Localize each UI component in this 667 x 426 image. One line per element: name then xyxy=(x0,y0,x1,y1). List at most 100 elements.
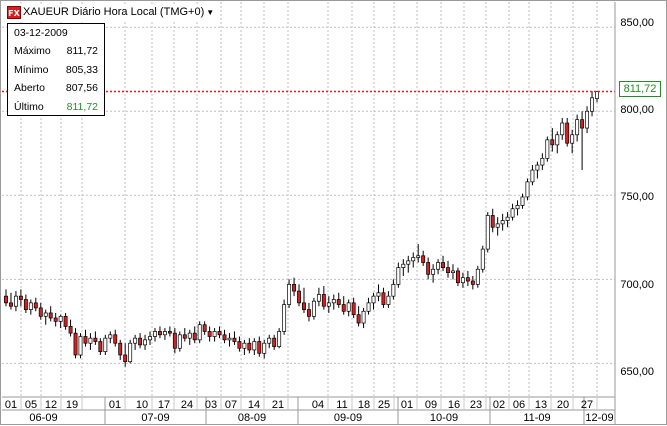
candle-body-up xyxy=(505,216,510,221)
candle xyxy=(78,333,83,359)
candle-body-up xyxy=(346,302,351,312)
candle-body-up xyxy=(43,312,48,317)
info-row-high: Máximo 811,72 xyxy=(14,45,98,57)
day-label: 05 xyxy=(24,399,38,411)
day-label: 18 xyxy=(357,399,371,411)
candle-body-up xyxy=(331,299,336,304)
candle-body-up xyxy=(88,337,93,344)
info-row-last: Último 811,72 xyxy=(14,101,98,113)
candle-body-down xyxy=(292,284,297,292)
candle-body-up xyxy=(282,304,287,332)
last-price-tag: 811,72 xyxy=(619,81,661,97)
candle-body-up xyxy=(560,122,565,136)
candle-body-up xyxy=(13,295,18,307)
candle-body-down xyxy=(33,302,38,309)
candle-body-up xyxy=(242,342,247,349)
candle-body-up xyxy=(212,331,217,337)
candle-body-up xyxy=(311,300,316,317)
candle-body-up xyxy=(361,310,366,324)
candle-body-down xyxy=(341,304,346,312)
candle-body-up xyxy=(460,277,465,284)
candle-body-up xyxy=(177,334,182,349)
candle-body-up xyxy=(495,223,500,228)
candle-body-up xyxy=(133,337,138,344)
chevron-down-icon[interactable]: ▼ xyxy=(206,8,214,17)
candle-body-down xyxy=(182,334,187,339)
candle-body-down xyxy=(297,290,301,304)
candle-body-up xyxy=(58,315,63,322)
candle-body-down xyxy=(446,267,450,273)
candle-body-up xyxy=(406,260,411,265)
day-label: 01 xyxy=(4,399,18,411)
candle-body-down xyxy=(158,331,162,336)
candle-body-down xyxy=(465,277,470,282)
price-label: 850,00 xyxy=(620,17,654,29)
candle xyxy=(177,331,182,352)
candle-body-down xyxy=(232,337,237,342)
day-label: 09 xyxy=(424,399,438,411)
candle xyxy=(545,136,550,162)
candle-body-down xyxy=(272,337,277,347)
candle-body-up xyxy=(128,342,133,363)
price-label: 800,00 xyxy=(620,104,654,116)
candle-body-up xyxy=(316,294,321,302)
day-label: 14 xyxy=(247,399,261,411)
candle-body-down xyxy=(18,295,23,300)
candle-body-up xyxy=(103,337,108,352)
candle-body-up xyxy=(431,268,436,275)
candle-body-up xyxy=(436,262,441,270)
day-label: 19 xyxy=(65,399,79,411)
candle-body-up xyxy=(570,134,575,144)
day-label: 11 xyxy=(336,399,348,411)
candle-body-up xyxy=(396,267,401,285)
day-label: 20 xyxy=(556,399,570,411)
info-row-low: Mínimo 805,33 xyxy=(14,64,98,76)
day-label: 07 xyxy=(224,399,238,411)
candle-body-up xyxy=(252,341,257,351)
day-label: 02 xyxy=(492,399,506,411)
price-label: 700,00 xyxy=(620,279,654,291)
candle-body-up xyxy=(585,110,590,129)
info-value-last: 811,72 xyxy=(66,101,98,113)
info-date: 03-12-2009 xyxy=(14,27,68,39)
candle-body-down xyxy=(93,337,98,342)
month-label: 08-09 xyxy=(237,412,267,424)
candle-body-down xyxy=(38,307,43,317)
candle-body-down xyxy=(336,299,341,305)
candle-body-up xyxy=(197,324,202,341)
candle-body-down xyxy=(356,314,361,324)
candle-body-up xyxy=(287,284,292,305)
time-axis[interactable]: 01 05 12 19 01 10 17 24 03 07 14 21 04 11 18 25 01 09 16 23… xyxy=(1,397,615,425)
chart-header[interactable]: FX XAUEUR Diário Hora Local (TMG+0) ▼ xyxy=(7,4,217,20)
candle-body-down xyxy=(202,324,207,332)
candle-body-down xyxy=(192,332,197,341)
candle-body-up xyxy=(227,337,232,341)
day-label: 13 xyxy=(534,399,548,411)
day-label: 10 xyxy=(135,399,149,411)
candle xyxy=(197,321,202,344)
day-label: 06 xyxy=(512,399,526,411)
candle-body-up xyxy=(148,336,152,341)
month-label: 10-09 xyxy=(429,412,459,424)
candle-body-down xyxy=(306,309,311,317)
chart-title[interactable]: XAUEUR Diário Hora Local (TMG+0) xyxy=(23,6,204,18)
candle xyxy=(475,265,480,288)
day-label: 01 xyxy=(108,399,122,411)
info-value: 807,56 xyxy=(65,82,98,94)
info-label: Mínimo xyxy=(14,64,49,76)
info-row-open: Aberto 807,56 xyxy=(14,82,98,94)
candle-body-down xyxy=(123,354,128,363)
candle-body-up xyxy=(108,334,113,339)
candle xyxy=(480,245,485,273)
candle-body-up xyxy=(545,139,550,159)
day-label: 03 xyxy=(204,399,218,411)
candle xyxy=(485,212,490,253)
candle-body-down xyxy=(550,139,555,146)
candle-body-down xyxy=(222,334,227,341)
candle-body-up xyxy=(371,295,376,304)
candle-body-down xyxy=(207,331,212,337)
candle-body-down xyxy=(83,336,88,344)
candle-body-up xyxy=(78,336,83,356)
month-label: 12-09 xyxy=(585,412,614,424)
candle-body-up xyxy=(595,91,599,99)
